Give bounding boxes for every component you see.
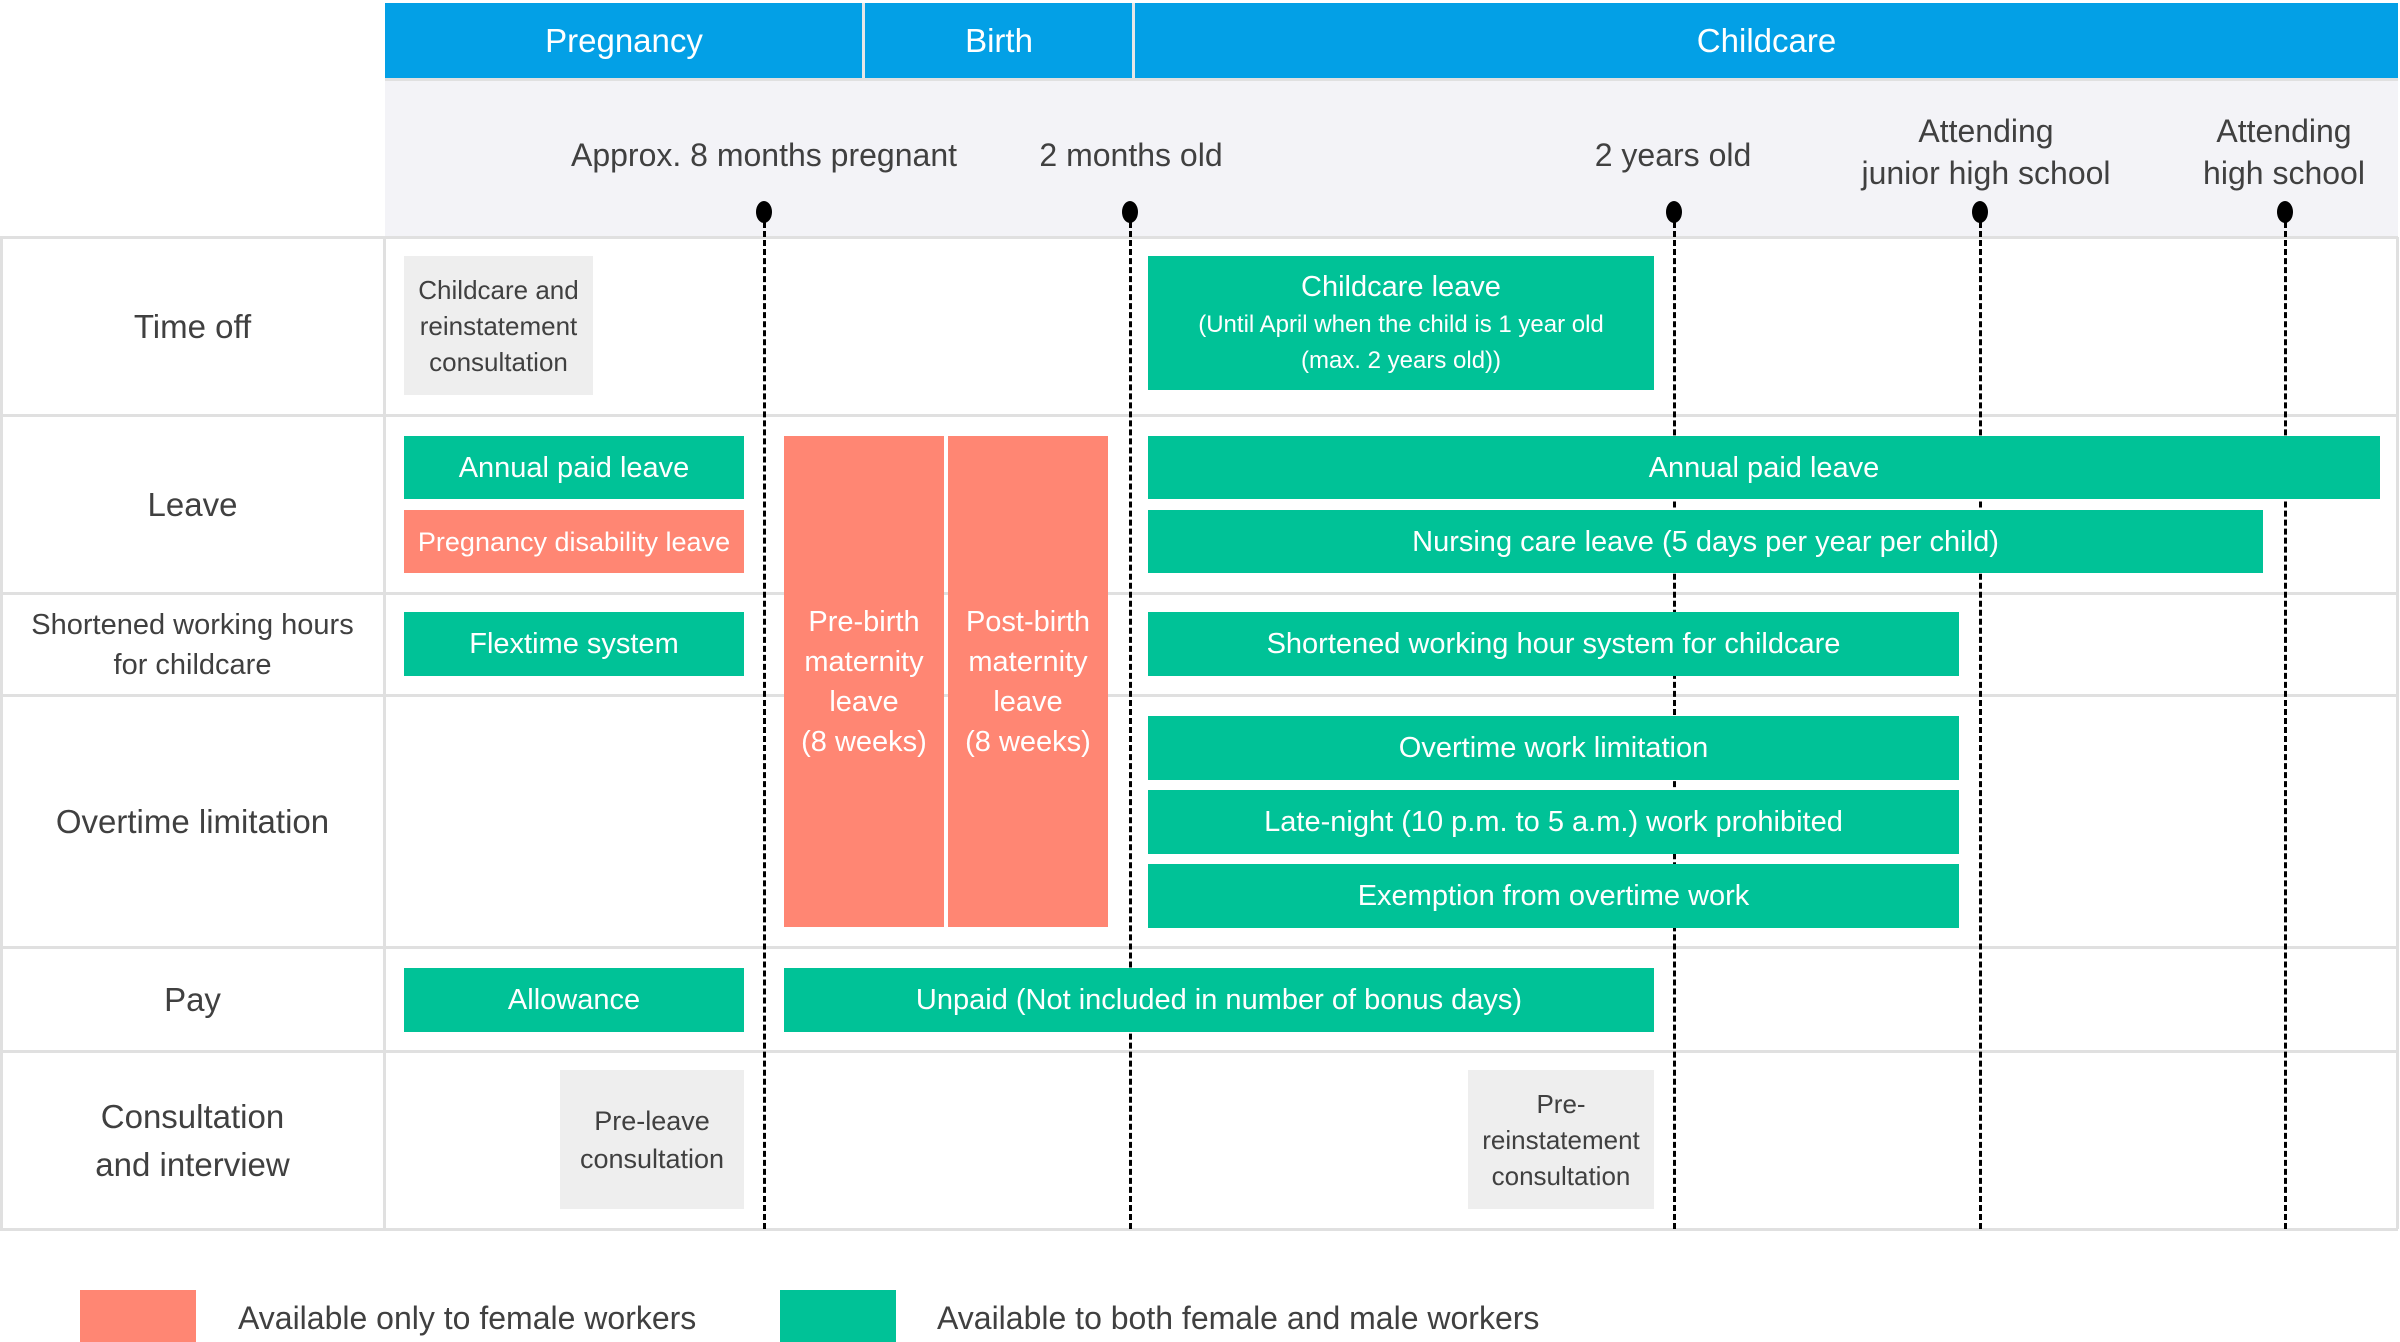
- row-label-pay: Pay: [164, 981, 221, 1018]
- timepoint-high-school: Attending high school: [2203, 110, 2365, 194]
- box-line: reinstatement: [419, 310, 578, 341]
- row-label-shortened-hours: Shortened working hours for childcare: [0, 595, 385, 695]
- box-line: Pre-birth: [808, 605, 920, 638]
- row-label-line: for childcare: [113, 649, 272, 681]
- unpaid-box: Unpaid (Not included in number of bonus …: [784, 968, 1654, 1032]
- box-line: consultation: [579, 1143, 725, 1174]
- timepoint-line: Attending: [1918, 113, 2054, 149]
- childcare-leave-box: Childcare leave (Until April when the ch…: [1148, 256, 1654, 390]
- box-subtitle: (max. 2 years old)): [1300, 347, 1502, 374]
- box-line: Pre-leave: [594, 1105, 710, 1136]
- row-label-leave: Leave: [147, 486, 238, 523]
- allowance-box: Allowance: [404, 968, 744, 1032]
- row-label-line: Consultation: [100, 1098, 285, 1135]
- timepoint-8-months-pregnant: Approx. 8 months pregnant: [570, 137, 958, 173]
- post-birth-maternity-leave-box: Post-birth maternity leave (8 weeks): [948, 436, 1108, 927]
- box-line: leave: [829, 685, 899, 718]
- phase-childcare: Childcare: [1135, 3, 2398, 78]
- timeline-line-high-school: [2284, 222, 2287, 1229]
- legend-label-female-only: Available only to female workers: [238, 1300, 697, 1336]
- box-line: leave: [993, 685, 1063, 718]
- pre-reinstatement-consultation-box: Pre- reinstatement consultation: [1468, 1070, 1654, 1209]
- pre-leave-consultation-box: Pre-leave consultation: [560, 1070, 744, 1209]
- timepoint-dot: [1972, 201, 1988, 223]
- timepoint-junior-high: Attending junior high school: [1861, 110, 2110, 194]
- phase-pregnancy: Pregnancy: [385, 3, 863, 78]
- box-line: (8 weeks): [965, 725, 1091, 758]
- overtime-exemption-box: Exemption from overtime work: [1148, 864, 1959, 928]
- timepoint-2-years-old: 2 years old: [1594, 137, 1752, 173]
- box-line: (8 weeks): [801, 725, 927, 758]
- annual-paid-leave-pregnancy-box: Annual paid leave: [404, 436, 744, 499]
- pregnancy-disability-leave-box: Pregnancy disability leave: [404, 510, 744, 573]
- shortened-working-hour-system-box: Shortened working hour system for childc…: [1148, 612, 1959, 676]
- timepoint-dot: [1122, 201, 1138, 223]
- timepoint-line: junior high school: [1861, 155, 2111, 191]
- timepoint-dot: [756, 201, 772, 223]
- row-label-time-off: Time off: [133, 308, 252, 345]
- pre-birth-maternity-leave-box: Pre-birth maternity leave (8 weeks): [784, 436, 944, 927]
- annual-paid-leave-childcare-box: Annual paid leave: [1148, 436, 2380, 499]
- phase-birth: Birth: [865, 3, 1133, 78]
- legend-swatch-female-only: [80, 1290, 196, 1342]
- timepoint-dot: [2277, 201, 2293, 223]
- box-title: Childcare leave: [1301, 271, 1501, 303]
- row-label-line: and interview: [95, 1146, 290, 1183]
- box-line: consultation: [429, 346, 568, 377]
- row-label-overtime: Overtime limitation: [55, 803, 330, 840]
- timepoint-dot: [1666, 201, 1682, 223]
- box-line: Pre-: [1536, 1088, 1586, 1119]
- nursing-care-leave-box: Nursing care leave (5 days per year per …: [1148, 510, 2263, 573]
- box-line: maternity: [968, 645, 1088, 678]
- box-line: reinstatement: [1482, 1124, 1640, 1155]
- timeline-line-junior-high: [1979, 222, 1982, 1229]
- timeline-line-2-months-old: [1129, 222, 1132, 1229]
- box-line: consultation: [1491, 1160, 1631, 1191]
- overtime-work-limitation-box: Overtime work limitation: [1148, 716, 1959, 780]
- legend-label-both: Available to both female and male worker…: [937, 1300, 1540, 1336]
- box-line: maternity: [804, 645, 924, 678]
- row-label-consultation: Consultation and interview: [0, 1053, 385, 1229]
- timepoint-2-months-old: 2 months old: [1039, 137, 1223, 173]
- flextime-system-box: Flextime system: [404, 612, 744, 676]
- table-border: [2396, 237, 2399, 1229]
- timeline-line-8-months-pregnant: [763, 222, 766, 1229]
- legend-swatch-both: [780, 1290, 896, 1342]
- box-line: Childcare and: [418, 274, 579, 305]
- box-subtitle: (Until April when the child is 1 year ol…: [1198, 311, 1604, 338]
- childcare-reinstatement-consultation-box: Childcare and reinstatement consultation: [404, 256, 593, 395]
- box-line: Post-birth: [965, 605, 1091, 638]
- timepoint-line: Attending: [2216, 113, 2352, 149]
- row-label-line: Shortened working hours: [31, 609, 354, 641]
- late-night-work-prohibited-box: Late-night (10 p.m. to 5 a.m.) work proh…: [1148, 790, 1959, 854]
- timepoint-line: high school: [2203, 155, 2365, 191]
